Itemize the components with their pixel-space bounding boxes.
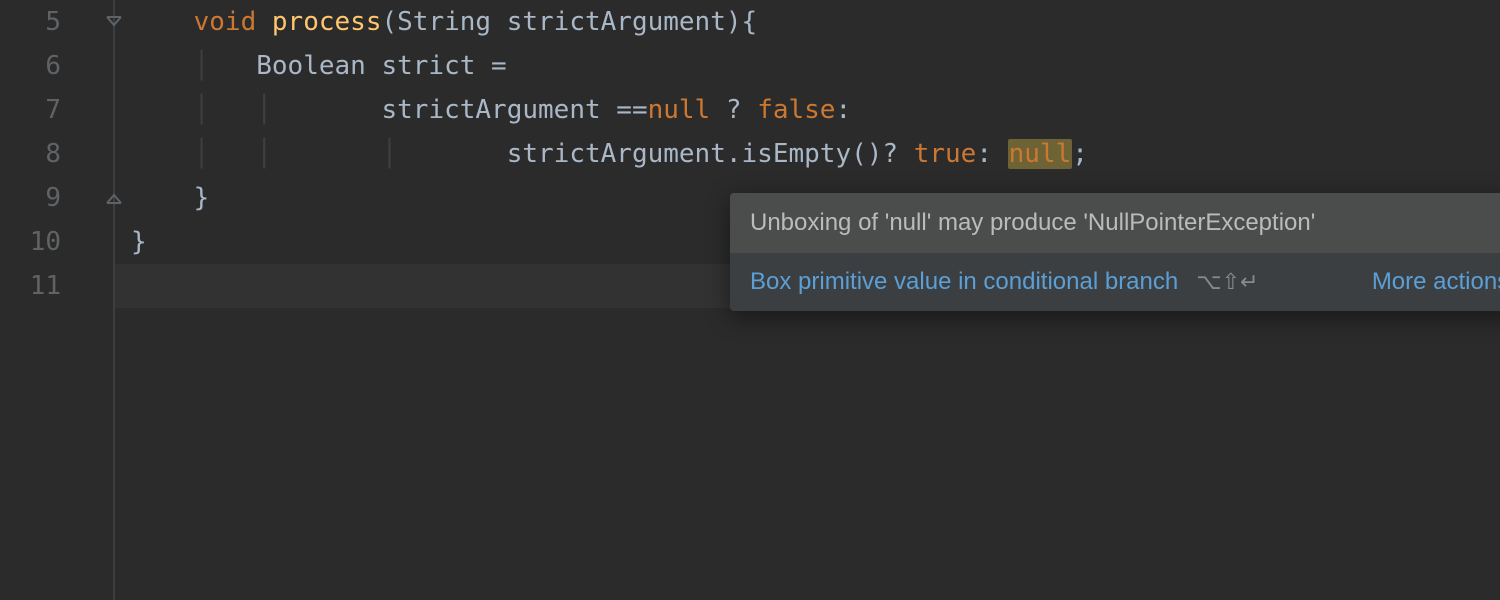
code-line: │ │ strictArgument ==null ? false: bbox=[115, 88, 1500, 132]
line-number: 8 bbox=[45, 139, 61, 169]
code-text: Boolean strict = bbox=[256, 51, 506, 81]
code-text: (String strictArgument){ bbox=[381, 7, 757, 37]
gutter-line: 6 bbox=[0, 44, 113, 88]
inspection-message-row: Unboxing of 'null' may produce 'NullPoin… bbox=[730, 193, 1500, 253]
code-brace: } bbox=[194, 183, 210, 213]
code-editor[interactable]: 5 6 7 8 9 10 11 void process(String stri… bbox=[0, 0, 1500, 600]
gutter-line: 10 bbox=[0, 220, 113, 264]
line-number: 5 bbox=[45, 7, 61, 37]
inspection-message: Unboxing of 'null' may produce 'NullPoin… bbox=[750, 209, 1315, 237]
gutter-line: 5 bbox=[0, 0, 113, 44]
code-line: │ │ │ strictArgument.isEmpty()? true: nu… bbox=[115, 132, 1500, 176]
keyword-true: true bbox=[914, 139, 977, 169]
inspection-actions-row: Box primitive value in conditional branc… bbox=[730, 253, 1500, 311]
line-number: 11 bbox=[30, 271, 61, 301]
code-text: strictArgument == bbox=[381, 95, 647, 125]
line-number: 6 bbox=[45, 51, 61, 81]
keyword-false: false bbox=[757, 95, 835, 125]
line-number: 10 bbox=[30, 227, 61, 257]
line-number: 7 bbox=[45, 95, 61, 125]
opt-shift-enter-icon: ⌥⇧↵ bbox=[1196, 269, 1258, 295]
code-brace: } bbox=[131, 227, 147, 257]
line-number: 9 bbox=[45, 183, 61, 213]
function-name: process bbox=[272, 7, 382, 37]
gutter-line: 11 bbox=[0, 264, 113, 308]
code-line: │ Boolean strict = bbox=[115, 44, 1500, 88]
code-text: ; bbox=[1072, 139, 1088, 169]
code-area[interactable]: void process(String strictArgument){ │ B… bbox=[115, 0, 1500, 600]
keyword-void: void bbox=[194, 7, 257, 37]
quick-fix-link[interactable]: Box primitive value in conditional branc… bbox=[750, 268, 1178, 296]
highlighted-null: null bbox=[1008, 139, 1073, 169]
gutter-line: 8 bbox=[0, 132, 113, 176]
code-line: void process(String strictArgument){ bbox=[115, 0, 1500, 44]
code-text: : bbox=[835, 95, 851, 125]
keyword-null: null bbox=[648, 95, 711, 125]
inspection-popup: Unboxing of 'null' may produce 'NullPoin… bbox=[730, 193, 1500, 311]
gutter-line: 9 bbox=[0, 176, 113, 220]
code-text: : bbox=[976, 139, 1007, 169]
gutter-line: 7 bbox=[0, 88, 113, 132]
gutter: 5 6 7 8 9 10 11 bbox=[0, 0, 115, 600]
code-text: ? bbox=[710, 95, 757, 125]
more-actions-link[interactable]: More actions… bbox=[1372, 268, 1500, 296]
code-text: strictArgument.isEmpty()? bbox=[507, 139, 914, 169]
shortcut-hint: ⌥⇧↵ bbox=[1196, 269, 1258, 295]
